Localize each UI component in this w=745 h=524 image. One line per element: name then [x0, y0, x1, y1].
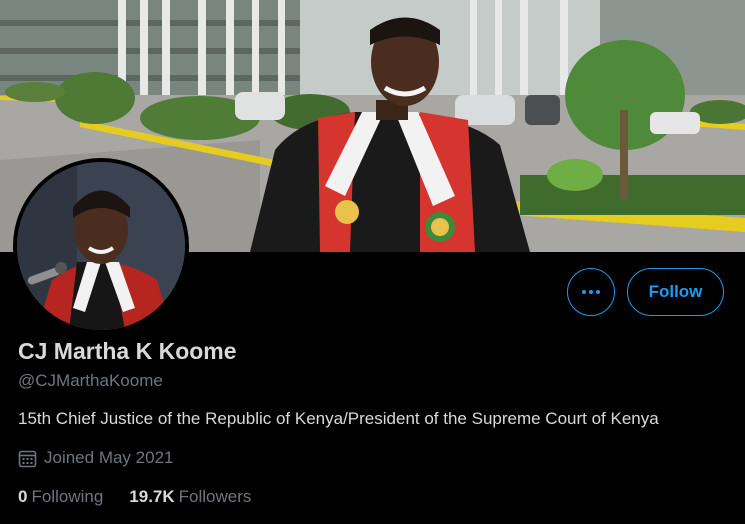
profile-handle: @CJMarthaKoome [18, 371, 163, 390]
joined-label: Joined May 2021 [44, 448, 174, 467]
more-options-button[interactable] [567, 268, 615, 316]
followers-label: Followers [178, 487, 252, 506]
joined-date: Joined May 2021 [18, 448, 173, 468]
followers-count: 19.7K [129, 487, 175, 506]
follow-stats: 0 Following 19.7K Followers [18, 487, 251, 507]
profile-bio: 15th Chief Justice of the Republic of Ke… [18, 409, 659, 428]
followers-link[interactable]: 19.7K Followers [129, 487, 251, 507]
avatar[interactable] [13, 158, 189, 334]
following-link[interactable]: 0 Following [18, 487, 103, 507]
profile-name: CJ Martha K Koome [18, 338, 237, 364]
more-dots-icon [582, 290, 600, 294]
avatar-photo [17, 162, 185, 330]
follow-button[interactable]: Follow [627, 268, 724, 316]
calendar-icon [18, 449, 37, 468]
following-label: Following [31, 487, 104, 506]
following-count: 0 [18, 487, 28, 506]
